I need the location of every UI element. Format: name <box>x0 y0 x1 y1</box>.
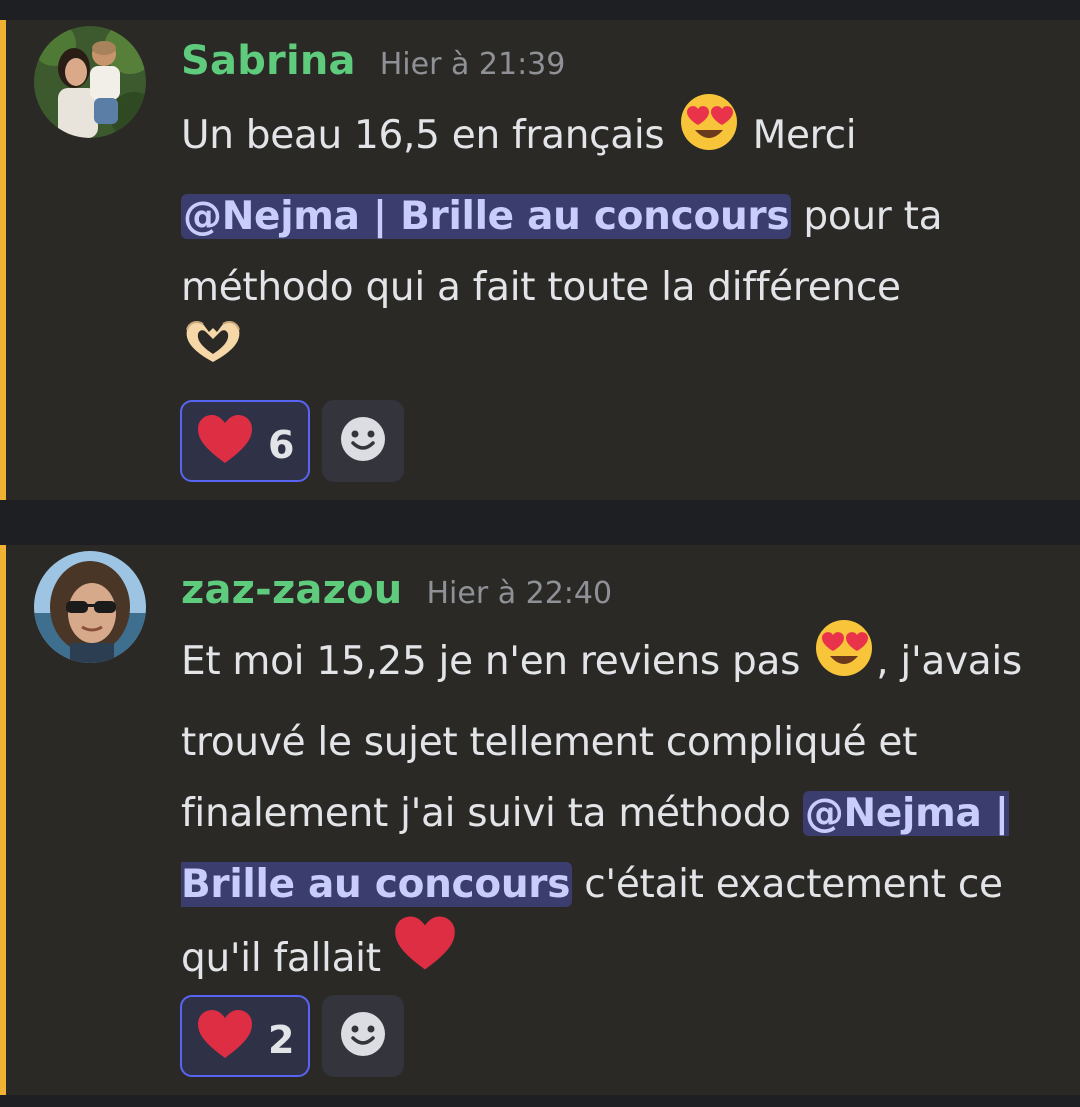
user-mention[interactable]: @Nejma | Brille au concours <box>181 194 792 239</box>
chat-view: Sabrina Hier à 21:39 Un beau 16,5 en fra… <box>0 0 1080 1107</box>
reaction-heart[interactable]: 2 <box>180 995 310 1077</box>
red-heart-icon <box>196 413 254 469</box>
heart-hands-icon <box>181 318 245 391</box>
message-content: Un beau 16,5 en français Merci @Nejma | … <box>181 94 1041 397</box>
red-heart-icon <box>393 914 457 995</box>
timestamp: Hier à 22:40 <box>426 576 613 611</box>
user-avatar[interactable] <box>34 551 146 663</box>
message-text: Un beau 16,5 en français <box>181 113 677 158</box>
reaction-count: 6 <box>268 423 295 467</box>
message-header: Sabrina Hier à 21:39 <box>181 38 565 84</box>
reactions-bar: 6 <box>180 400 404 482</box>
highlight-bar <box>0 20 6 500</box>
add-reaction-button[interactable] <box>322 400 404 482</box>
red-heart-icon <box>196 1008 254 1064</box>
reactions-bar: 2 <box>180 995 404 1077</box>
username[interactable]: Sabrina <box>181 38 356 84</box>
message-text: Et moi 15,25 je n'en reviens pas <box>181 639 813 684</box>
heart-eyes-smiley-icon <box>677 88 741 175</box>
highlight-bar <box>0 545 6 1095</box>
message-header: zaz-zazou Hier à 22:40 <box>181 567 612 613</box>
message-text: Merci <box>740 113 857 158</box>
add-reaction-smiley-icon <box>339 1010 387 1062</box>
message-item[interactable]: zaz-zazou Hier à 22:40 Et moi 15,25 je n… <box>0 545 1080 1095</box>
message-content: Et moi 15,25 je n'en reviens pas , j'ava… <box>181 620 1041 1001</box>
user-avatar[interactable] <box>34 26 146 138</box>
reaction-count: 2 <box>268 1018 295 1062</box>
username[interactable]: zaz-zazou <box>181 567 402 613</box>
reaction-heart[interactable]: 6 <box>180 400 310 482</box>
timestamp: Hier à 21:39 <box>379 47 566 82</box>
message-item[interactable]: Sabrina Hier à 21:39 Un beau 16,5 en fra… <box>0 20 1080 500</box>
heart-eyes-smiley-icon <box>812 614 876 701</box>
add-reaction-button[interactable] <box>322 995 404 1077</box>
add-reaction-smiley-icon <box>339 415 387 467</box>
